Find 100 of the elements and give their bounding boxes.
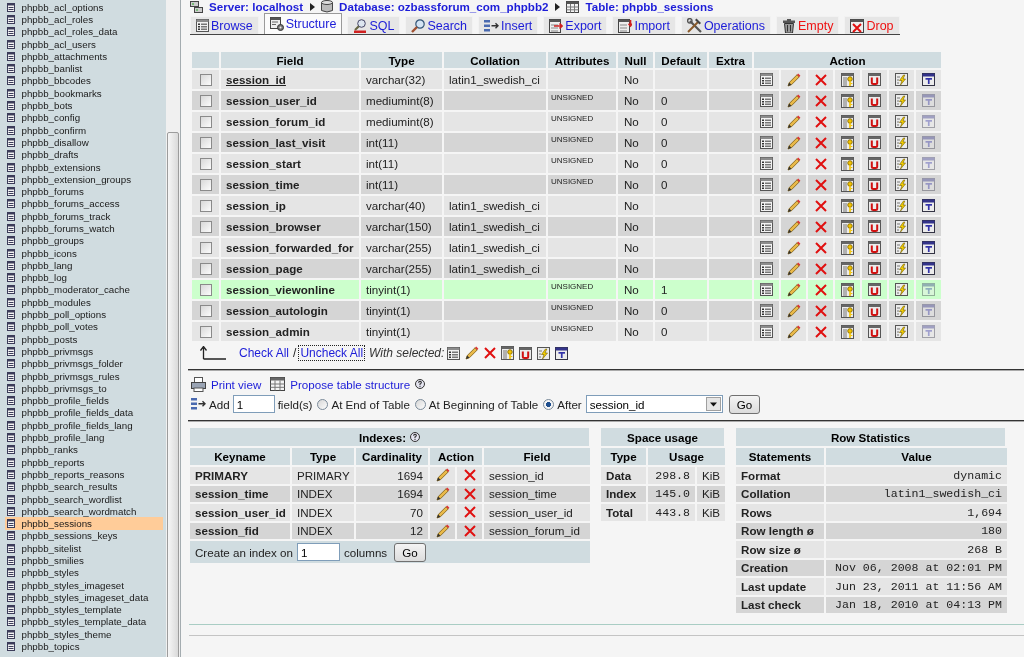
- radio-button[interactable]: [414, 398, 426, 410]
- cross-icon[interactable]: [814, 136, 827, 149]
- magnet-icon[interactable]: [868, 325, 881, 338]
- sidebar-item[interactable]: phpbb_profile_lang: [5, 431, 163, 444]
- sidebar-item[interactable]: phpbb_ranks: [5, 443, 163, 456]
- list-icon[interactable]: [760, 136, 773, 149]
- list-icon[interactable]: [760, 325, 773, 338]
- sidebar-item[interactable]: phpbb_privmsgs_folder: [5, 357, 163, 370]
- magnet-icon[interactable]: [868, 262, 881, 275]
- sidebar-item[interactable]: phpbb_acl_users: [5, 37, 163, 51]
- pencil-icon[interactable]: [786, 324, 801, 339]
- sidebar-item[interactable]: phpbb_search_wordmatch: [5, 505, 163, 518]
- pencil-icon[interactable]: [786, 261, 801, 276]
- go-button[interactable]: Go: [394, 542, 426, 562]
- pencil-icon[interactable]: [786, 135, 801, 150]
- pencil-icon[interactable]: [786, 114, 801, 129]
- list-icon[interactable]: [760, 220, 773, 233]
- sidebar-item[interactable]: phpbb_reports_reasons: [5, 468, 163, 481]
- list-icon[interactable]: [760, 94, 773, 107]
- magnet-icon[interactable]: [868, 241, 881, 254]
- sidebar-item[interactable]: phpbb_extensions: [5, 160, 163, 174]
- pencil-icon[interactable]: [786, 198, 801, 213]
- lightning-icon[interactable]: [895, 262, 908, 275]
- sidebar-item[interactable]: phpbb_acl_options: [5, 1, 163, 14]
- table-link[interactable]: Print view: [210, 377, 263, 391]
- row-checkbox[interactable]: [199, 262, 212, 275]
- list-icon[interactable]: [760, 199, 773, 212]
- row-checkbox[interactable]: [199, 157, 212, 170]
- sidebar-item[interactable]: phpbb_moderator_cache: [5, 283, 163, 297]
- sidebar-item[interactable]: phpbb_forums_track: [5, 210, 163, 223]
- lightning-icon[interactable]: [895, 94, 908, 107]
- sidebar-item[interactable]: phpbb_sessions: [5, 517, 163, 530]
- input-field[interactable]: 1: [232, 395, 275, 413]
- tab[interactable]: Drop: [844, 16, 900, 34]
- key-icon[interactable]: [841, 219, 854, 234]
- table-t-icon[interactable]: [922, 262, 935, 275]
- cross-icon[interactable]: [814, 115, 827, 128]
- scrollbar-thumb[interactable]: [167, 132, 179, 657]
- tab[interactable]: Browse: [190, 16, 259, 34]
- key-icon[interactable]: [841, 303, 854, 318]
- pencil-icon[interactable]: [786, 177, 801, 192]
- sidebar-item[interactable]: phpbb_disallow: [5, 136, 163, 149]
- sidebar-item[interactable]: phpbb_acl_roles: [5, 13, 163, 26]
- row-checkbox[interactable]: [199, 178, 212, 191]
- sidebar-item[interactable]: phpbb_privmsgs_to: [5, 382, 163, 395]
- cross-icon[interactable]: [814, 325, 827, 338]
- pencil-icon[interactable]: [465, 346, 480, 360]
- key-icon[interactable]: [841, 72, 854, 87]
- cross-icon[interactable]: [463, 469, 476, 482]
- sidebar-item[interactable]: phpbb_lang: [5, 259, 163, 272]
- key-icon[interactable]: [841, 282, 854, 297]
- sidebar-item[interactable]: phpbb_drafts: [5, 148, 163, 161]
- sidebar-item[interactable]: phpbb_forums_access: [5, 197, 163, 211]
- sidebar-item[interactable]: phpbb_bbcodes: [5, 74, 163, 88]
- lightning-icon[interactable]: [895, 241, 908, 254]
- sidebar-item[interactable]: phpbb_styles: [5, 566, 163, 579]
- sidebar-item[interactable]: phpbb_confirm: [5, 123, 163, 137]
- list-icon[interactable]: [760, 262, 773, 275]
- row-checkbox[interactable]: [199, 220, 212, 233]
- go-button[interactable]: Go: [728, 394, 761, 414]
- pencil-icon[interactable]: [786, 72, 801, 87]
- pencil-icon[interactable]: [435, 486, 450, 501]
- list-icon[interactable]: [760, 304, 773, 317]
- table-t-icon[interactable]: [922, 199, 935, 212]
- magnet-icon[interactable]: [868, 94, 881, 107]
- key-icon[interactable]: [841, 135, 854, 150]
- sidebar-item[interactable]: phpbb_privmsgs: [5, 345, 163, 358]
- tab[interactable]: Export: [543, 16, 608, 34]
- sidebar-item[interactable]: phpbb_icons: [5, 246, 163, 260]
- lightning-icon[interactable]: [895, 325, 908, 338]
- tab[interactable]: Structure: [263, 13, 343, 34]
- cross-icon[interactable]: [484, 347, 497, 359]
- key-icon[interactable]: [501, 346, 515, 360]
- selection-link[interactable]: Check All: [238, 346, 291, 360]
- key-icon[interactable]: [841, 156, 854, 171]
- magnet-icon[interactable]: [868, 157, 881, 170]
- table-t-icon[interactable]: [922, 220, 935, 233]
- sidebar-item[interactable]: phpbb_config: [5, 111, 163, 124]
- sidebar-item[interactable]: phpbb_search_results: [5, 480, 163, 493]
- list-icon[interactable]: [760, 73, 773, 86]
- pencil-icon[interactable]: [786, 240, 801, 255]
- sidebar-item[interactable]: phpbb_privmsgs_rules: [5, 369, 163, 383]
- scrollbar-track[interactable]: [166, 0, 180, 657]
- sidebar-item[interactable]: phpbb_sitelist: [5, 542, 163, 555]
- sidebar-item[interactable]: phpbb_groups: [5, 234, 163, 247]
- sidebar-item[interactable]: phpbb_profile_fields_data: [5, 406, 163, 420]
- tab[interactable]: Import: [612, 16, 676, 34]
- list-icon[interactable]: [760, 115, 773, 128]
- cross-icon[interactable]: [814, 94, 827, 107]
- cross-icon[interactable]: [814, 304, 827, 317]
- sidebar-item[interactable]: phpbb_styles_imageset_data: [5, 591, 163, 604]
- sidebar-item[interactable]: phpbb_attachments: [5, 50, 163, 63]
- cross-icon[interactable]: [814, 241, 827, 254]
- cross-icon[interactable]: [814, 262, 827, 275]
- tab[interactable]: SQL: [347, 16, 401, 34]
- table-t-icon[interactable]: [922, 241, 935, 254]
- list-icon[interactable]: [760, 241, 773, 254]
- sidebar-item[interactable]: phpbb_topics: [5, 640, 163, 653]
- pencil-icon[interactable]: [786, 282, 801, 297]
- sidebar-item[interactable]: phpbb_search_wordlist: [5, 492, 163, 506]
